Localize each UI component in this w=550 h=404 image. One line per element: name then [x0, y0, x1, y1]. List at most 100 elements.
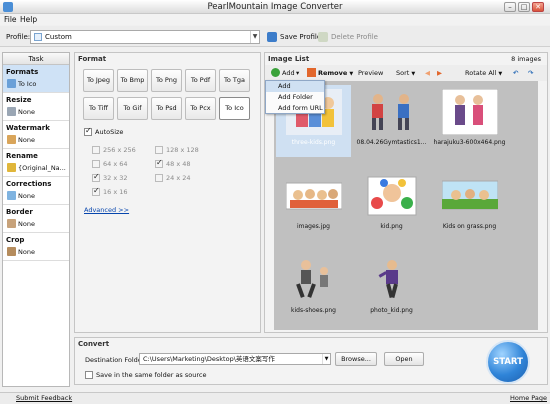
open-button[interactable]: Open	[384, 352, 424, 366]
task-value: {Original_Na...	[18, 164, 66, 172]
format-button-ico[interactable]: To Ico	[219, 97, 250, 120]
size-checkbox-16[interactable]	[92, 186, 100, 196]
format-button-pcx[interactable]: To Pcx	[185, 97, 216, 120]
task-name: Rename	[6, 152, 38, 160]
size-checkbox-32[interactable]	[92, 172, 100, 182]
size-checkbox-128[interactable]	[155, 146, 163, 154]
save-profile-button[interactable]: Save Profile	[267, 30, 321, 44]
format-button-png[interactable]: To Png	[151, 69, 182, 92]
size-label: 24 x 24	[166, 174, 191, 182]
image-toolbar: Add ▾ Remove ▼ Preview Sort ▼ ◀ ▶ Rotate A…	[265, 65, 547, 81]
move-left-icon[interactable]: ◀	[425, 68, 430, 78]
autosize-checkbox[interactable]	[84, 126, 92, 136]
task-name: Crop	[6, 236, 25, 244]
home-page-link[interactable]: Home Page	[510, 394, 547, 402]
add-button[interactable]: Add	[282, 68, 295, 78]
title-bar: PearlMountain Image Converter – □ ✕	[0, 0, 550, 14]
size-label: 32 x 32	[103, 174, 128, 182]
size-checkbox-48[interactable]	[155, 158, 163, 168]
image-name: images.jpg	[296, 223, 330, 230]
task-rename[interactable]: Rename {Original_Na...	[3, 149, 69, 177]
resize-icon	[7, 107, 16, 116]
format-button-pdf[interactable]: To Pdf	[185, 69, 216, 92]
chevron-down-icon: ▼	[322, 354, 330, 364]
watermark-icon	[7, 135, 16, 144]
profile-select[interactable]: Custom ▼	[30, 30, 260, 44]
close-button[interactable]: ✕	[532, 2, 544, 12]
image-name: Kids on grass.png	[442, 223, 497, 230]
remove-icon	[307, 68, 316, 77]
size-checkbox-256[interactable]	[92, 146, 100, 154]
image-name: 08.04.26Gymtastics1...	[356, 139, 427, 146]
format-panel: Format To Jpeg To Bmp To Png To Pdf To T…	[74, 52, 261, 333]
delete-profile-button[interactable]: Delete Profile	[318, 30, 378, 44]
autosize-label: AutoSize	[95, 128, 124, 136]
format-button-psd[interactable]: To Psd	[151, 97, 182, 120]
rotate-left-icon[interactable]: ↶	[513, 68, 518, 78]
menu-bar: File Help	[0, 14, 550, 25]
task-crop[interactable]: Crop None	[3, 233, 69, 261]
destination-folder-input[interactable]: C:\Users\Marketing\Desktop\英语文案写作 ▼	[139, 353, 331, 365]
task-watermark[interactable]: Watermark None	[3, 121, 69, 149]
format-button-bmp[interactable]: To Bmp	[117, 69, 148, 92]
delete-profile-label: Delete Profile	[331, 33, 378, 41]
format-button-gif[interactable]: To Gif	[117, 97, 148, 120]
add-label: Add	[282, 69, 295, 77]
menu-file[interactable]: File	[4, 15, 17, 24]
menu-add[interactable]: Add	[266, 81, 324, 92]
menu-add-from-url[interactable]: Add form URL	[266, 103, 324, 114]
task-name: Resize	[6, 96, 32, 104]
move-right-icon[interactable]: ▶	[437, 68, 442, 78]
rotate-all-button[interactable]: Rotate All ▼	[465, 68, 502, 79]
profile-bar: Profile: Custom ▼ Save Profile Delete Pr…	[0, 26, 550, 47]
format-button-tiff[interactable]: To Tiff	[83, 97, 114, 120]
image-name: harajuku3-600x464.png	[433, 139, 506, 146]
task-border[interactable]: Border None	[3, 205, 69, 233]
task-resize[interactable]: Resize None	[3, 93, 69, 121]
format-button-tga[interactable]: To Tga	[219, 69, 250, 92]
image-preview	[286, 182, 342, 210]
size-label: 128 x 128	[166, 146, 199, 154]
image-preview	[367, 176, 417, 216]
remove-label: Remove	[318, 69, 348, 77]
start-button[interactable]: START	[486, 340, 530, 384]
same-folder-label: Save in the same folder as source	[96, 371, 207, 379]
format-button-jpeg[interactable]: To Jpeg	[83, 69, 114, 92]
image-preview	[378, 260, 398, 299]
same-folder-checkbox[interactable]	[85, 371, 93, 379]
image-thumb[interactable]: photo_kid.png	[354, 253, 429, 325]
window-title: PearlMountain Image Converter	[207, 2, 343, 12]
preview-button[interactable]: Preview	[358, 68, 383, 78]
size-label: 256 x 256	[103, 146, 136, 154]
menu-help[interactable]: Help	[20, 15, 37, 24]
rotate-right-icon[interactable]: ↷	[528, 68, 533, 78]
advanced-link[interactable]: Advanced >>	[84, 206, 129, 214]
image-thumb[interactable]: kids-shoes.png	[276, 253, 351, 325]
image-thumb[interactable]: harajuku3-600x464.png	[432, 85, 507, 157]
size-label: 64 x 64	[103, 160, 128, 168]
profile-icon	[34, 33, 42, 41]
task-formats[interactable]: Formats To Ico	[3, 65, 69, 93]
image-thumb[interactable]: Kids on grass.png	[432, 169, 507, 241]
convert-panel: Convert Destination Folder: C:\Users\Mar…	[74, 337, 548, 385]
task-value: None	[18, 192, 35, 200]
submit-feedback-link[interactable]: Submit Feedback	[16, 394, 72, 402]
image-name: three-kids.png	[291, 139, 336, 146]
task-value: None	[18, 220, 35, 228]
add-icon	[271, 68, 280, 77]
remove-button[interactable]: Remove ▼	[318, 68, 353, 79]
menu-add-folder[interactable]: Add Folder	[266, 92, 324, 103]
browse-button[interactable]: Browse...	[335, 352, 377, 366]
sort-button[interactable]: Sort ▼	[396, 68, 415, 79]
crop-icon	[7, 247, 16, 256]
task-corrections[interactable]: Corrections None	[3, 177, 69, 205]
maximize-button[interactable]: □	[518, 2, 530, 12]
image-thumb[interactable]: images.jpg	[276, 169, 351, 241]
image-thumb[interactable]: 08.04.26Gymtastics1...	[354, 85, 429, 157]
size-checkbox-24[interactable]	[155, 174, 163, 182]
minimize-button[interactable]: –	[504, 2, 516, 12]
add-dropdown-arrow[interactable]: ▾	[296, 68, 299, 78]
size-checkbox-64[interactable]	[92, 160, 100, 168]
corrections-icon	[7, 191, 16, 200]
image-thumb[interactable]: kid.png	[354, 169, 429, 241]
